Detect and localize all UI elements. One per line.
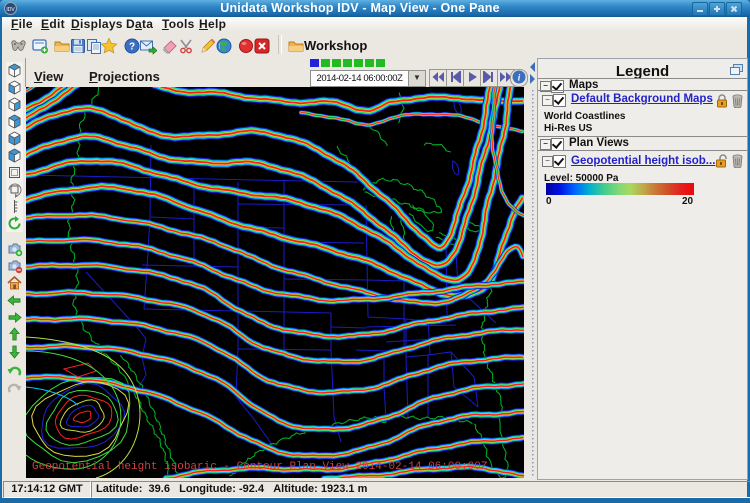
svg-text:Geopotential height isobaric -: Geopotential height isobaric - Contour P… [32,461,488,473]
svg-text:?: ? [129,42,135,53]
